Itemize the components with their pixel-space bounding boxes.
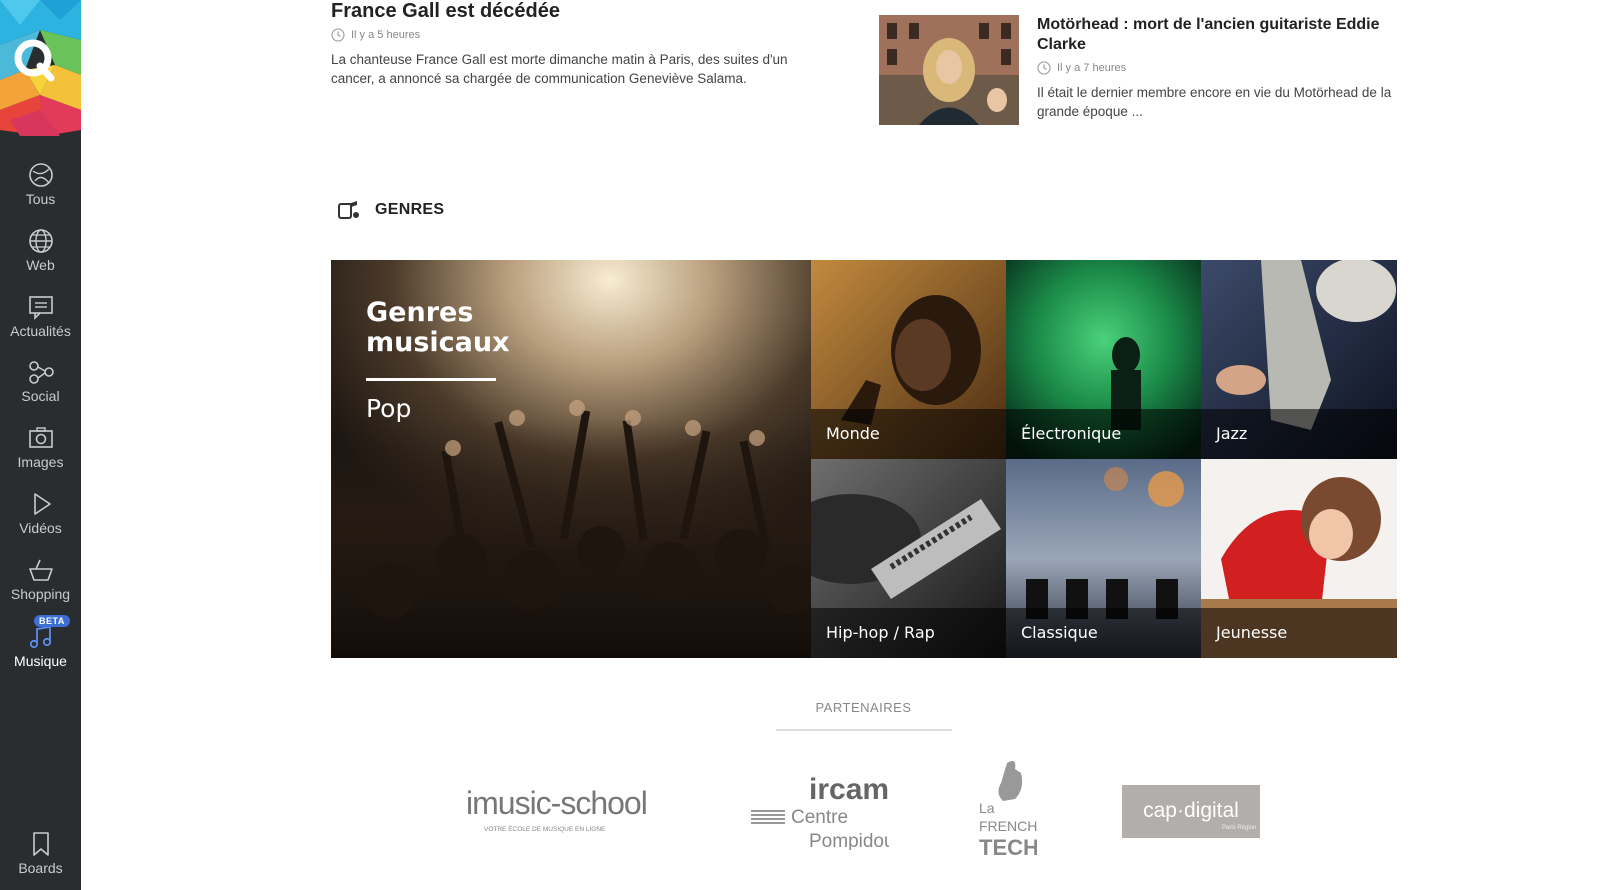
imusic-logo-sub: VOTRE ÉCOLE DE MUSIQUE EN LIGNE [484,824,606,833]
capdigital-logo-sub: Paris Région [1222,825,1256,831]
globe-icon [28,229,53,253]
ircam-logo-line2: Pompidou [809,831,889,850]
genre-label-classique: Classique [1006,608,1201,658]
sidebar: Tous Web Actualités Social Images Vidéos… [0,0,81,890]
genre-tile-hiphop[interactable]: Hip-hop / Rap [811,459,1006,658]
partner-imusic-school-logo[interactable]: imusic-school VOTRE ÉCOLE DE MUSIQUE EN … [466,780,656,835]
news-article-right[interactable]: Motörhead : mort de l'ancien guitariste … [879,15,1399,127]
nav-musique-label: Musique [14,653,67,669]
frenchtech-logo-line1: La [979,800,995,816]
beta-badge: BETA [34,615,70,627]
genre-label-hiphop: Hip-hop / Rap [811,608,1006,658]
news-left-time: Il y a 5 heures [331,28,811,42]
frenchtech-logo-line3: TECH [979,835,1037,860]
feature-title: Genres musicaux [366,297,510,358]
headphones-music-icon [338,201,359,219]
nav-tous-label: Tous [25,191,56,207]
genre-tile-electronique[interactable]: Électronique [1006,260,1201,459]
nav-images-label: Images [17,454,64,470]
news-left-time-text: Il y a 5 heures [351,29,421,41]
feature-divider [366,378,496,381]
music-note-icon [29,625,51,649]
nav-boards-label: Boards [18,860,63,876]
genre-tile-jazz[interactable]: Jazz [1201,260,1397,459]
genres-section-header: GENRES [337,199,444,221]
basket-icon [28,559,53,581]
genre-label-electronique: Électronique [1006,409,1201,459]
news-left-desc: La chanteuse France Gall est morte diman… [331,52,788,86]
genre-tile-monde[interactable]: Monde [811,260,1006,459]
ircam-logo-text: ircam [809,773,889,806]
news-left-title[interactable]: France Gall est décédée [331,0,811,22]
nav-videos[interactable]: Vidéos [0,484,81,546]
nav-tous[interactable]: Tous [0,155,81,217]
genre-label-jeunesse: Jeunesse [1201,608,1397,658]
nav-shopping[interactable]: Shopping [0,550,81,612]
main-content: France Gall est décédée Il y a 5 heures … [81,0,1600,890]
news-right-title[interactable]: Motörhead : mort de l'ancien guitariste … [1037,15,1397,55]
news-right-text: Motörhead : mort de l'ancien guitariste … [1037,15,1397,121]
frenchtech-logo-line2: FRENCH [979,818,1037,834]
play-icon [33,493,51,515]
social-icon [28,361,54,384]
genre-label-jazz: Jazz [1201,409,1397,459]
news-right-thumbnail[interactable] [879,15,1019,125]
nav-musique[interactable]: BETA Musique [0,615,81,679]
clock-icon [1037,61,1051,75]
genres-heading: GENRES [375,201,445,218]
partners-divider [776,729,952,731]
partners-heading: PARTENAIRES [815,700,912,715]
news-icon [28,296,53,320]
nav-web[interactable]: Web [0,221,81,283]
nav-actualites[interactable]: Actualités [0,287,81,349]
nav-videos-label: Vidéos [19,520,62,536]
nav-web-label: Web [26,257,55,273]
genre-tile-jeunesse[interactable]: Jeunesse [1201,459,1397,658]
news-right-desc: Il était le dernier membre encore en vie… [1037,85,1392,119]
ircam-logo-line1: Centre [791,807,848,828]
clock-icon [331,28,345,42]
feature-subtitle: Pop [366,394,412,423]
genre-label-monde: Monde [811,409,1006,459]
bookmark-icon [32,832,49,856]
partner-french-tech-logo[interactable]: La FRENCH TECH [977,755,1039,860]
imusic-logo-text: imusic-school [466,785,647,821]
nav-social[interactable]: Social [0,352,81,414]
nav-actualites-label: Actualités [10,323,71,339]
genre-tile-classique[interactable]: Classique [1006,459,1201,658]
partner-ircam-logo[interactable]: ircam Centre Pompidou [749,765,895,852]
genres-grid: Genres musicaux Pop Monde Électronique J… [331,260,1397,658]
news-right-time: Il y a 7 heures [1037,61,1397,75]
tous-icon [28,163,53,187]
partner-cap-digital-logo[interactable]: cap·digital Paris Région [1122,785,1260,838]
nav-images[interactable]: Images [0,418,81,480]
capdigital-logo-text: cap·digital [1143,799,1239,822]
news-article-left[interactable]: France Gall est décédée Il y a 5 heures … [331,0,811,88]
nav-boards[interactable]: Boards [0,824,81,886]
news-right-time-text: Il y a 7 heures [1057,62,1127,74]
genre-feature-pop[interactable]: Genres musicaux Pop [331,260,811,658]
camera-icon [28,427,53,448]
nav-shopping-label: Shopping [10,586,71,602]
qwant-logo[interactable] [0,0,81,136]
nav-social-label: Social [21,388,60,404]
